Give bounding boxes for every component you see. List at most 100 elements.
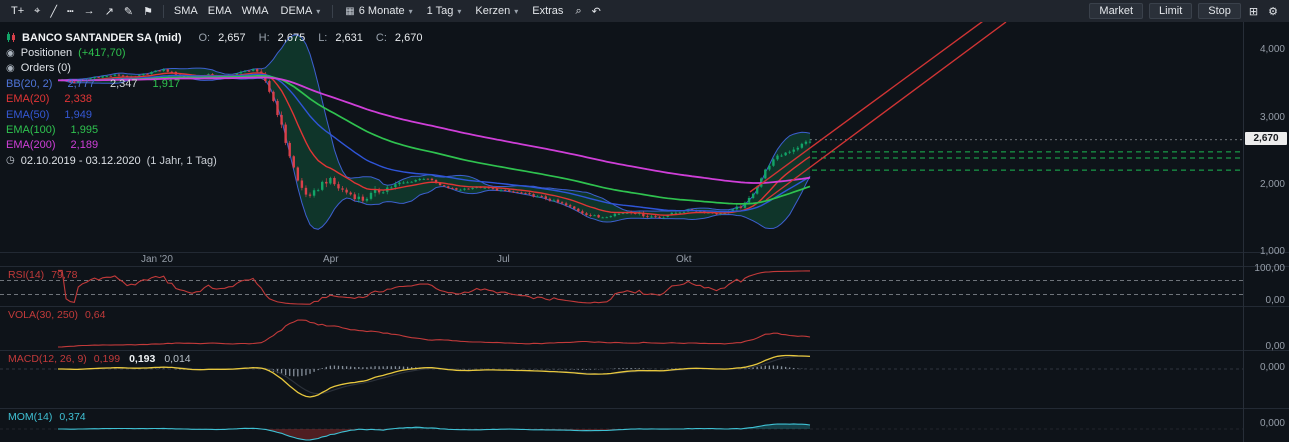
ema20-label: EMA(20) bbox=[6, 93, 49, 105]
rsi-canvas[interactable] bbox=[0, 267, 1243, 307]
reset-zoom-icon[interactable]: ↶ bbox=[587, 5, 606, 18]
x-axis-label: Jan '20 bbox=[141, 254, 173, 265]
macd-hist-value: 0,014 bbox=[164, 353, 190, 365]
market-order-button[interactable]: Market bbox=[1089, 3, 1143, 19]
vola-label[interactable]: VOLA(30, 250)0,64 bbox=[8, 309, 105, 321]
range-label: 6 Monate bbox=[359, 5, 405, 17]
bb-mid-value: 2,347 bbox=[110, 78, 138, 90]
text-tool-icon[interactable]: T+ bbox=[6, 5, 29, 17]
toolbar-divider bbox=[332, 5, 333, 18]
legend-ema100[interactable]: EMA(100) 1,995 bbox=[6, 122, 422, 137]
wma-button[interactable]: WMA bbox=[237, 5, 274, 17]
charttype-dropdown[interactable]: Kerzen ▾ bbox=[468, 5, 525, 17]
stop-order-button[interactable]: Stop bbox=[1198, 3, 1241, 19]
interval-label: 1 Tag bbox=[427, 5, 454, 17]
ema100-label: EMA(100) bbox=[6, 124, 56, 136]
x-axis-label: Apr bbox=[323, 254, 339, 265]
macd-label[interactable]: MACD(12, 26, 9)0,1990,1930,014 bbox=[8, 353, 191, 365]
limit-order-button[interactable]: Limit bbox=[1149, 3, 1192, 19]
high-label: H: bbox=[259, 32, 270, 44]
macd-name: MACD(12, 26, 9) bbox=[8, 353, 87, 365]
momentum-label[interactable]: MOM(14) 0,374 bbox=[8, 411, 86, 423]
price-axis[interactable]: 4,000 3,000 2,000 1,000 2,670 100,00 0,0… bbox=[1243, 22, 1289, 442]
settings-icon[interactable]: ⚙ bbox=[1263, 5, 1283, 18]
sma-button[interactable]: SMA bbox=[169, 5, 203, 17]
positions-label: Positionen bbox=[21, 47, 72, 59]
rsi-axis-top: 100,00 bbox=[1245, 263, 1285, 274]
zoom-in-icon[interactable]: ⌕ bbox=[570, 5, 586, 18]
rsi-panel[interactable]: RSI(14)79,78 bbox=[0, 266, 1289, 306]
open-value: 2,657 bbox=[218, 32, 246, 44]
ema200-label: EMA(200) bbox=[6, 139, 56, 151]
chevron-down-icon: ▾ bbox=[316, 7, 320, 16]
ema200-value: 2,189 bbox=[71, 139, 99, 151]
flag-icon[interactable]: ⚑ bbox=[138, 5, 158, 18]
instrument-name: BANCO SANTANDER SA (mid) bbox=[22, 32, 182, 44]
ema50-value: 1,949 bbox=[64, 109, 92, 121]
dots-tool-icon[interactable]: ┅ bbox=[62, 5, 79, 18]
y-axis-label: 3,000 bbox=[1245, 112, 1285, 123]
instrument-title-row: BANCO SANTANDER SA (mid) O:2,657 H:2,675… bbox=[6, 30, 422, 45]
momentum-value: 0,374 bbox=[59, 411, 85, 423]
momentum-canvas[interactable] bbox=[0, 409, 1243, 442]
dema-button[interactable]: DEMA ▾ bbox=[274, 5, 328, 17]
trendline-icon[interactable]: ╱ bbox=[45, 5, 62, 18]
radio-icon: ◉ bbox=[6, 63, 15, 74]
orders-label: Orders (0) bbox=[21, 62, 71, 74]
toolbar-divider bbox=[163, 5, 164, 18]
bb-label: BB(20, 2) bbox=[6, 78, 52, 90]
ema-button[interactable]: EMA bbox=[203, 5, 237, 17]
vola-axis-bottom: 0,00 bbox=[1245, 341, 1285, 352]
low-value: 2,631 bbox=[335, 32, 363, 44]
ema20-value: 2,338 bbox=[64, 93, 92, 105]
chevron-down-icon: ▾ bbox=[409, 7, 413, 16]
calendar-icon: ▦ bbox=[345, 6, 354, 17]
close-value: 2,670 bbox=[395, 32, 423, 44]
candlestick-icon bbox=[6, 32, 16, 43]
time-axis[interactable]: Jan '20 Apr Jul Okt bbox=[0, 252, 1289, 266]
top-toolbar: T+ ⌖ ╱ ┅ → ↗ ✎ ⚑ SMA EMA WMA DEMA ▾ ▦ 6 … bbox=[0, 0, 1289, 22]
last-price-badge: 2,670 bbox=[1245, 132, 1287, 145]
macd-axis-zero: 0,000 bbox=[1245, 362, 1285, 373]
interval-dropdown[interactable]: 1 Tag ▾ bbox=[420, 5, 469, 17]
low-label: L: bbox=[318, 32, 327, 44]
chevron-down-icon: ▾ bbox=[514, 7, 518, 16]
crosshair-icon[interactable]: ⌖ bbox=[29, 5, 45, 18]
open-label: O: bbox=[199, 32, 211, 44]
bb-lower-value: 1,917 bbox=[153, 78, 181, 90]
arrow-up-icon[interactable]: ↗ bbox=[100, 5, 119, 18]
vola-value: 0,64 bbox=[85, 309, 105, 321]
x-axis-label: Okt bbox=[676, 254, 692, 265]
positions-value: (+417,70) bbox=[78, 47, 125, 59]
bb-upper-value: 2,777 bbox=[67, 78, 95, 90]
momentum-panel[interactable]: MOM(14) 0,374 bbox=[0, 408, 1289, 442]
y-axis-label: 4,000 bbox=[1245, 44, 1285, 55]
ema50-label: EMA(50) bbox=[6, 109, 49, 121]
range-dropdown[interactable]: ▦ 6 Monate ▾ bbox=[338, 5, 419, 17]
chevron-down-icon: ▾ bbox=[457, 7, 461, 16]
pencil-icon[interactable]: ✎ bbox=[119, 5, 138, 18]
y-axis-label: 2,000 bbox=[1245, 179, 1285, 190]
y-axis-label: 1,000 bbox=[1245, 246, 1285, 257]
legend-ema50[interactable]: EMA(50) 1,949 bbox=[6, 107, 422, 122]
legend-ema20[interactable]: EMA(20) 2,338 bbox=[6, 92, 422, 107]
radio-icon: ◉ bbox=[6, 48, 15, 59]
legend-bollinger[interactable]: BB(20, 2) 2,777 2,347 1,917 bbox=[6, 76, 422, 91]
clock-icon: ◷ bbox=[6, 155, 15, 166]
layout-icon[interactable]: ⊞ bbox=[1244, 5, 1263, 18]
macd-panel[interactable]: MACD(12, 26, 9)0,1990,1930,014 bbox=[0, 350, 1289, 408]
orders-toggle[interactable]: ◉ Orders (0) bbox=[6, 61, 422, 76]
arrow-right-icon[interactable]: → bbox=[79, 5, 100, 17]
rsi-label[interactable]: RSI(14)79,78 bbox=[8, 269, 77, 281]
rsi-axis-bottom: 0,00 bbox=[1245, 295, 1285, 306]
charttype-label: Kerzen bbox=[475, 5, 510, 17]
vola-panel[interactable]: VOLA(30, 250)0,64 bbox=[0, 306, 1289, 350]
dema-label: DEMA bbox=[281, 5, 313, 17]
momentum-name: MOM(14) bbox=[8, 411, 52, 423]
extras-menu[interactable]: Extras bbox=[525, 5, 570, 17]
momentum-axis-zero: 0,000 bbox=[1245, 418, 1285, 429]
positions-toggle[interactable]: ◉ Positionen (+417,70) bbox=[6, 45, 422, 60]
legend-ema200[interactable]: EMA(200) 2,189 bbox=[6, 138, 422, 153]
macd-value: 0,199 bbox=[94, 353, 120, 365]
vola-canvas[interactable] bbox=[0, 307, 1243, 351]
